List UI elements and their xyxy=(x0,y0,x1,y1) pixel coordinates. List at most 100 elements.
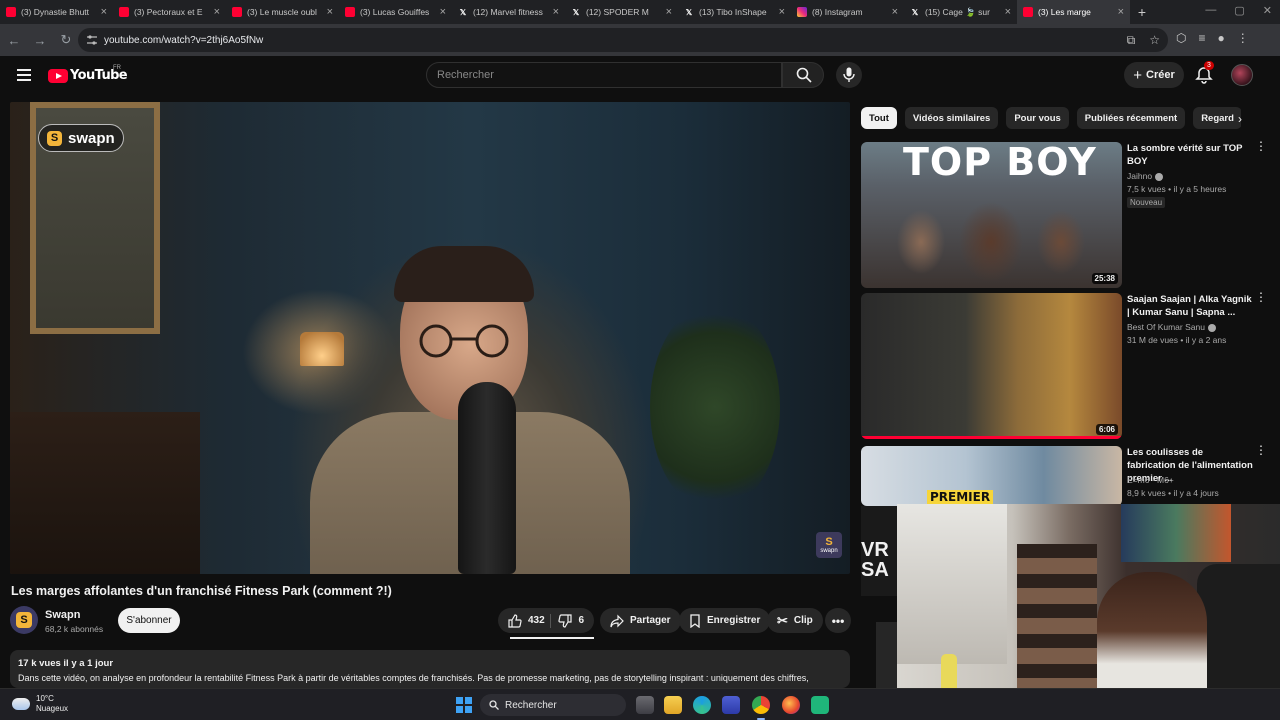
reload-icon[interactable]: ↻ xyxy=(54,32,78,48)
browser-tab[interactable]: 𝕏 (12) Marvel fitness × xyxy=(452,0,565,24)
related-channel-3[interactable]: E=m6 · M6+ xyxy=(1127,475,1174,485)
close-window-icon[interactable]: ✕ xyxy=(1263,4,1272,17)
back-icon[interactable]: ← xyxy=(2,33,26,48)
video-player[interactable]: S swapn S swapn xyxy=(10,102,850,574)
tab-close-icon[interactable]: × xyxy=(1005,6,1011,18)
url-actions: ⧉ ☆ xyxy=(1127,33,1160,48)
channel-name[interactable]: Swapn xyxy=(45,609,80,621)
chevron-right-icon[interactable]: › xyxy=(1238,112,1242,126)
filter-chip[interactable]: Publiées récemment xyxy=(1076,107,1186,129)
voice-search-button[interactable] xyxy=(836,62,862,88)
create-label: Créer xyxy=(1146,69,1175,81)
more-vertical-icon[interactable]: ⋮ xyxy=(1255,444,1267,456)
tab-close-icon[interactable]: × xyxy=(779,6,785,18)
forward-icon[interactable]: → xyxy=(28,33,52,48)
youtube-logo[interactable]: YouTube FR xyxy=(48,65,128,83)
file-explorer-icon[interactable] xyxy=(664,696,682,714)
tab-close-icon[interactable]: × xyxy=(214,6,220,18)
brand-label: swapn xyxy=(68,129,115,147)
weather-widget[interactable]: 10°C Nuageux xyxy=(12,694,68,714)
dislike-count: 6 xyxy=(578,615,584,626)
related-thumbnail-peek-2[interactable] xyxy=(876,622,897,688)
tab-close-icon[interactable]: × xyxy=(327,6,333,18)
tab-close-icon[interactable]: × xyxy=(1118,6,1124,18)
firefox-icon[interactable] xyxy=(782,696,800,714)
youtube-favicon-icon xyxy=(6,7,16,17)
tab-close-icon[interactable]: × xyxy=(553,6,559,18)
like-button[interactable]: 432 xyxy=(508,613,545,628)
minimize-icon[interactable]: — xyxy=(1205,4,1216,17)
more-actions-button[interactable]: ••• xyxy=(825,608,851,633)
related-channel-2[interactable]: Best Of Kumar Sanu xyxy=(1127,322,1216,332)
related-video-3[interactable]: PREMIER Les coulisses de fabrication de … xyxy=(861,444,1271,506)
thumbnail-title-text: PREMIER xyxy=(927,490,994,504)
related-thumbnail-2[interactable]: 6:06 xyxy=(861,293,1122,439)
browser-tab[interactable]: 𝕏 (12) SPODER M × xyxy=(565,0,678,24)
app-icon[interactable] xyxy=(811,696,829,714)
task-view-icon[interactable] xyxy=(636,696,654,714)
tab-close-icon[interactable]: × xyxy=(101,6,107,18)
browser-tab[interactable]: (3) Les marge × xyxy=(1017,0,1130,24)
browser-tab[interactable]: 𝕏 (13) Tibo InShape × xyxy=(678,0,791,24)
site-info-icon[interactable] xyxy=(86,34,98,46)
browser-tab[interactable]: (8) Instagram × xyxy=(791,0,904,24)
browser-tab[interactable]: (3) Le muscle oubl × xyxy=(226,0,339,24)
store-icon[interactable] xyxy=(722,696,740,714)
subscribe-button[interactable]: S'abonner xyxy=(118,608,180,633)
profile-icon[interactable]: ● xyxy=(1218,31,1225,45)
account-avatar[interactable] xyxy=(1231,64,1253,86)
clip-button[interactable]: ✂ Clip xyxy=(767,608,823,633)
channel-watermark[interactable]: S swapn xyxy=(816,532,842,558)
description-box[interactable]: 17 k vues il y a 1 jour Dans cette vidéo… xyxy=(10,650,850,688)
browser-tab-label: (13) Tibo InShape xyxy=(699,7,767,17)
browser-tab[interactable]: (3) Dynastie Bhutt × xyxy=(0,0,113,24)
related-title-2[interactable]: Saajan Saajan | Alka Yagnik | Kumar Sanu… xyxy=(1127,293,1253,319)
maximize-icon[interactable]: ▢ xyxy=(1234,4,1244,17)
save-button[interactable]: Enregistrer xyxy=(679,608,771,633)
related-thumbnail-1[interactable]: TOP BOY 25:38 xyxy=(861,142,1122,288)
chrome-icon[interactable] xyxy=(752,696,770,714)
cast-icon[interactable]: ⧉ xyxy=(1127,33,1136,48)
search-button[interactable] xyxy=(782,62,824,88)
related-title-1[interactable]: La sombre vérité sur TOP BOY xyxy=(1127,142,1253,168)
windows-start-icon[interactable] xyxy=(456,697,472,713)
extensions-icon[interactable]: ⬡ xyxy=(1176,31,1186,45)
tab-close-icon[interactable]: × xyxy=(440,6,446,18)
media-icon[interactable]: ≡ xyxy=(1198,31,1205,45)
views-and-date: 17 k vues il y a 1 jour xyxy=(18,658,114,669)
dislike-button[interactable]: 6 xyxy=(558,613,584,628)
channel-avatar[interactable]: S xyxy=(10,606,38,634)
search-icon xyxy=(489,700,499,710)
search-input[interactable]: Rechercher xyxy=(426,62,782,88)
taskbar-search[interactable]: Rechercher xyxy=(480,694,626,716)
filter-chip[interactable]: Vidéos similaires xyxy=(904,107,999,129)
tab-close-icon[interactable]: × xyxy=(892,6,898,18)
menu-icon[interactable]: ⋮ xyxy=(1237,31,1249,45)
bookmark-star-icon[interactable]: ☆ xyxy=(1149,33,1160,48)
related-channel-1[interactable]: Jaihno xyxy=(1127,171,1164,181)
menu-hamburger-icon[interactable] xyxy=(17,69,31,81)
filter-chip[interactable]: Regard xyxy=(1193,107,1241,129)
related-video-2[interactable]: 6:06 Saajan Saajan | Alka Yagnik | Kumar… xyxy=(861,291,1271,439)
filter-chip[interactable]: Tout xyxy=(861,107,897,129)
instagram-favicon-icon xyxy=(797,7,807,17)
related-thumbnail-3[interactable]: PREMIER xyxy=(861,446,1122,506)
more-vertical-icon[interactable]: ⋮ xyxy=(1255,140,1267,152)
related-thumbnail-peek[interactable]: VR SA xyxy=(861,506,897,596)
video-presenter xyxy=(310,246,630,574)
clip-label: Clip xyxy=(793,615,813,626)
tab-close-icon[interactable]: × xyxy=(666,6,672,18)
browser-tab[interactable]: (3) Pectoraux et E × xyxy=(113,0,226,24)
create-button[interactable]: + Créer xyxy=(1124,62,1184,88)
browser-tab[interactable]: (3) Lucas Gouiffes × xyxy=(339,0,452,24)
related-video-1[interactable]: TOP BOY 25:38 La sombre vérité sur TOP B… xyxy=(861,140,1271,288)
more-vertical-icon[interactable]: ⋮ xyxy=(1255,291,1267,303)
presenter-microphone xyxy=(458,382,516,574)
new-tab-button[interactable]: + xyxy=(1130,4,1154,20)
url-field[interactable]: youtube.com/watch?v=2thj6Ao5fNw ⧉ ☆ xyxy=(78,28,1168,52)
share-button[interactable]: Partager xyxy=(600,608,681,633)
swapn-logo-icon: S xyxy=(47,130,62,146)
browser-tab[interactable]: 𝕏 (15) Cage 🍃 sur × xyxy=(904,0,1017,24)
edge-icon[interactable] xyxy=(693,696,711,714)
filter-chip[interactable]: Pour vous xyxy=(1006,107,1069,129)
